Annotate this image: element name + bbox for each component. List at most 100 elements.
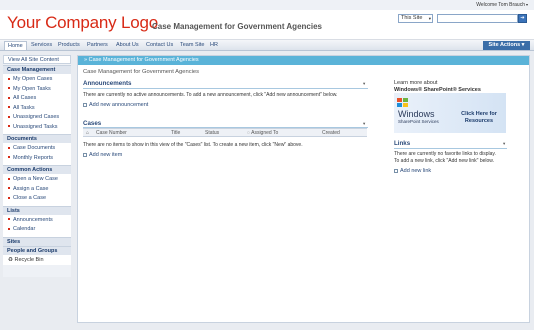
- tab-team-site[interactable]: Team Site: [177, 41, 207, 50]
- announcements-empty-text: There are currently no active announceme…: [83, 92, 338, 98]
- ql-item-label: Announcements: [13, 216, 53, 223]
- ql-item-open-new-case[interactable]: Open a New Case: [3, 175, 71, 185]
- tab-partners[interactable]: Partners: [84, 41, 111, 50]
- ql-item-label: Unassigned Tasks: [13, 123, 58, 130]
- bullet-icon: [8, 77, 10, 80]
- tab-hr[interactable]: HR: [207, 41, 221, 50]
- add-icon: [83, 102, 87, 107]
- column-assigned-to[interactable]: ◌ Assigned To: [247, 130, 278, 137]
- top-utility-bar: Welcome Tom Brauch▾: [0, 0, 534, 10]
- ql-heading-lists[interactable]: Lists: [3, 205, 71, 215]
- cases-column-header: ⌂ Case Number Title Status ◌ Assigned To…: [83, 128, 367, 137]
- ql-heading-people-and-groups[interactable]: People and Groups: [3, 245, 71, 255]
- bullet-icon: [8, 218, 10, 221]
- ql-item-all-cases[interactable]: All Cases: [3, 94, 71, 104]
- bullet-icon: [8, 115, 10, 118]
- ql-item-label: Open a New Case: [13, 176, 58, 182]
- wss-heading-line1: Learn more about: [394, 80, 438, 86]
- attachment-icon: ⌂: [86, 130, 90, 136]
- add-new-announcement-link[interactable]: Add new announcement: [83, 102, 148, 108]
- welcome-menu[interactable]: Welcome Tom Brauch▾: [476, 2, 528, 8]
- ql-item-unassigned-cases[interactable]: Unassigned Cases: [3, 113, 71, 123]
- add-new-link-link[interactable]: Add new link: [394, 168, 431, 174]
- windows-logo: Windows SharePoint Services: [396, 98, 439, 130]
- ql-item-calendar[interactable]: Calendar: [3, 225, 71, 235]
- column-case-number[interactable]: Case Number: [96, 130, 127, 137]
- bullet-icon: [8, 106, 10, 109]
- ql-item-label: Assign a Case: [13, 185, 49, 192]
- site-actions-menu[interactable]: Site Actions ▾: [483, 41, 530, 50]
- links-title[interactable]: Links: [394, 140, 410, 147]
- ql-item-monthly-reports[interactable]: Monthly Reports: [3, 154, 71, 164]
- search-input[interactable]: [437, 14, 518, 23]
- add-new-item-link[interactable]: Add new item: [83, 152, 122, 158]
- breadcrumb: » Case Management for Government Agencie…: [78, 56, 529, 65]
- chevron-down-icon: ▾: [428, 16, 431, 21]
- windows-logo-word: Windows: [398, 109, 435, 119]
- site-header: Your Company Logo Case Management for Go…: [0, 10, 534, 40]
- recycle-bin-link[interactable]: ♻ Recycle Bin: [3, 254, 71, 265]
- ql-item-all-tasks[interactable]: All Tasks: [3, 104, 71, 114]
- ql-item-label: Calendar: [13, 226, 36, 232]
- ql-heading-case-management[interactable]: Case Management: [3, 65, 71, 74]
- announcements-menu-icon[interactable]: ▾: [363, 81, 365, 87]
- links-empty-line1: There are currently no favorite links to…: [394, 151, 496, 157]
- search-scope-select[interactable]: This Site ▾: [398, 14, 433, 23]
- view-all-site-content-link[interactable]: View All Site Content: [3, 55, 71, 64]
- announcements-title[interactable]: Announcements: [83, 80, 131, 87]
- chevron-down-icon: ▾: [525, 2, 528, 7]
- tab-contact-us[interactable]: Contact Us: [143, 41, 176, 50]
- ql-item-close-case[interactable]: Close a Case: [3, 194, 71, 204]
- click-here-link[interactable]: Click Here for Resources: [455, 111, 503, 125]
- recycle-bin-label: Recycle Bin: [14, 256, 44, 263]
- ql-group-lists: Announcements Calendar: [3, 214, 71, 237]
- ql-item-label: All Tasks: [13, 104, 35, 111]
- click-here-line2: Resources: [464, 118, 494, 124]
- tab-about-us[interactable]: About Us: [113, 41, 142, 50]
- ql-item-my-open-tasks[interactable]: My Open Tasks: [3, 85, 71, 95]
- links-menu-icon[interactable]: ▾: [503, 141, 505, 147]
- page-title: Case Management for Government Agencies: [83, 69, 199, 75]
- wss-heading: Learn more about Windows® SharePoint® Se…: [394, 80, 481, 94]
- divider: [394, 148, 507, 149]
- ql-item-announcements[interactable]: Announcements: [3, 216, 71, 226]
- ql-item-label: All Cases: [13, 95, 37, 101]
- column-status[interactable]: Status: [205, 130, 219, 137]
- add-link-label: Add new link: [400, 168, 432, 174]
- cases-title[interactable]: Cases: [83, 120, 101, 127]
- add-icon: [394, 168, 398, 173]
- divider: [83, 88, 368, 89]
- ql-item-label: My Open Cases: [13, 76, 53, 82]
- chevron-down-icon: ▾: [521, 42, 525, 48]
- company-logo[interactable]: Your Company Logo: [7, 13, 158, 33]
- bullet-icon: [8, 187, 10, 190]
- ql-group-documents: Case Documents Monthly Reports: [3, 143, 71, 165]
- ql-item-my-open-cases[interactable]: My Open Cases: [3, 75, 71, 85]
- click-here-line1: Click Here for: [461, 111, 497, 117]
- windows-logo-sub: SharePoint Services: [398, 119, 439, 124]
- ql-item-case-documents[interactable]: Case Documents: [3, 144, 71, 154]
- ql-item-unassigned-tasks[interactable]: Unassigned Tasks: [3, 123, 71, 133]
- add-link-label: Add new item: [89, 152, 123, 158]
- column-title[interactable]: Title: [171, 130, 180, 137]
- tab-products[interactable]: Products: [55, 41, 83, 50]
- top-navigation: Home Services Products Partners About Us…: [0, 40, 534, 51]
- cases-empty-text: There are no items to show in this view …: [83, 142, 303, 148]
- add-icon: [83, 152, 87, 157]
- search-scope-value: This Site: [401, 15, 423, 21]
- breadcrumb-link[interactable]: Case Management for Government Agencies: [89, 57, 199, 63]
- column-assigned-to-label: Assigned To: [251, 130, 279, 136]
- wss-banner[interactable]: Windows SharePoint Services Click Here f…: [394, 93, 506, 133]
- ql-heading-common-actions[interactable]: Common Actions: [3, 165, 71, 174]
- tab-services[interactable]: Services: [28, 41, 55, 50]
- ql-item-assign-case[interactable]: Assign a Case: [3, 185, 71, 195]
- search-button[interactable]: ➔: [518, 14, 527, 23]
- tab-home[interactable]: Home: [4, 41, 27, 50]
- add-link-label: Add new announcement: [89, 102, 149, 108]
- people-icon: ◌: [247, 130, 250, 136]
- bullet-icon: [8, 177, 10, 180]
- column-created[interactable]: Created: [322, 130, 340, 137]
- ql-heading-sites[interactable]: Sites: [3, 236, 71, 246]
- ql-heading-documents[interactable]: Documents: [3, 134, 71, 143]
- bullet-icon: [8, 227, 10, 230]
